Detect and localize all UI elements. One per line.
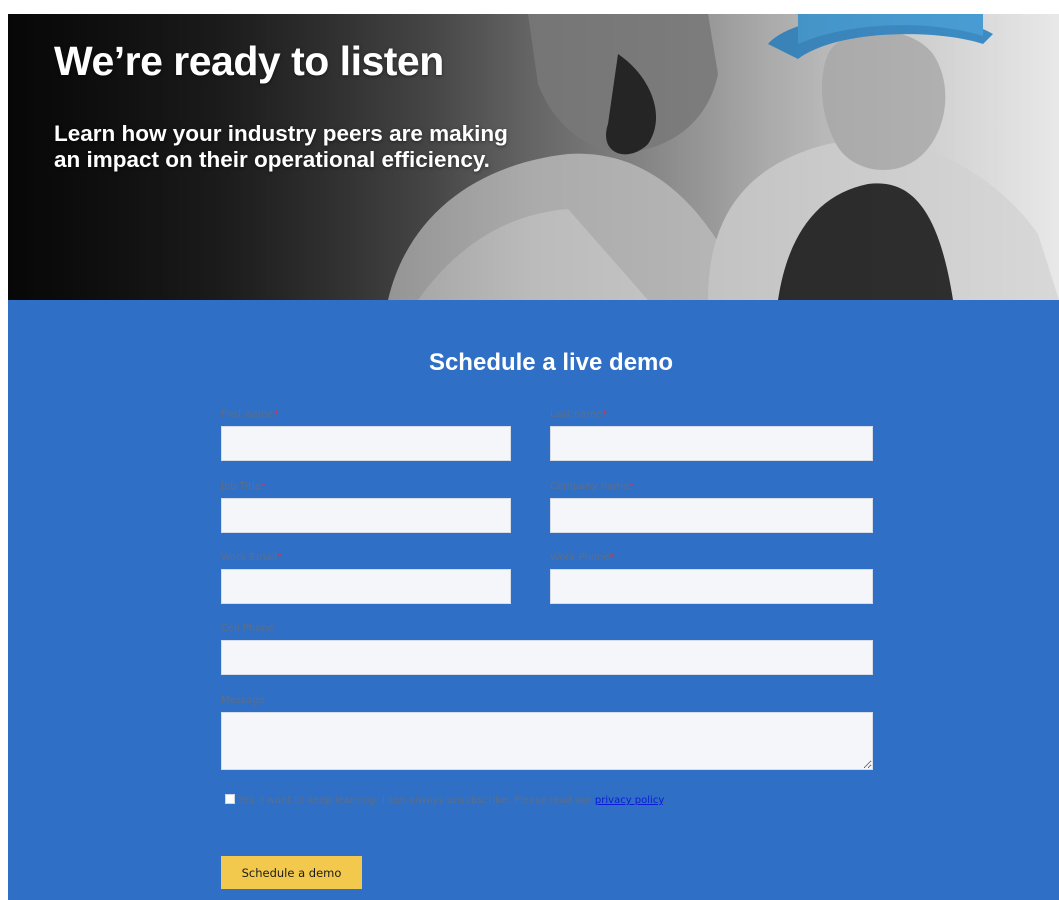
consent-text: Yes, I want to keep learning. I can alwa… xyxy=(238,795,592,806)
first-name-group: First name* xyxy=(221,408,511,461)
company-name-label-text: Company name xyxy=(550,481,630,492)
work-email-group: Work Email* xyxy=(221,551,511,604)
page: We’re ready to listen Learn how your ind… xyxy=(8,14,1059,900)
required-marker: * xyxy=(273,409,279,420)
consent-row: Yes, I want to keep learning. I can alwa… xyxy=(225,794,666,810)
company-name-group: Company name* xyxy=(550,480,873,533)
cell-phone-group: Cell Phone xyxy=(221,622,873,675)
privacy-policy-link[interactable]: privacy policy xyxy=(595,795,663,806)
consent-checkbox[interactable] xyxy=(225,794,235,804)
company-name-label: Company name* xyxy=(550,480,873,494)
required-marker: * xyxy=(602,409,608,420)
cell-phone-label: Cell Phone xyxy=(221,623,274,634)
job-title-label-text: Job Title xyxy=(221,481,262,492)
demo-form-section: Schedule a live demo First name* Last na… xyxy=(8,300,1059,900)
work-phone-input[interactable] xyxy=(550,569,873,604)
required-marker: * xyxy=(277,552,283,563)
job-title-group: Job Title* xyxy=(221,480,511,533)
work-phone-label-text: Work Phone xyxy=(550,552,610,563)
first-name-label: First name* xyxy=(221,408,511,422)
message-textarea[interactable] xyxy=(221,712,873,770)
job-title-input[interactable] xyxy=(221,498,511,533)
cell-phone-input[interactable] xyxy=(221,640,873,675)
last-name-input[interactable] xyxy=(550,426,873,461)
work-phone-group: Work Phone* xyxy=(550,551,873,604)
message-group: Message xyxy=(221,694,873,770)
company-name-input[interactable] xyxy=(550,498,873,533)
last-name-label-text: Last name xyxy=(550,409,603,420)
required-marker: * xyxy=(609,552,615,563)
hero-title: We’re ready to listen xyxy=(54,38,444,84)
work-phone-label: Work Phone* xyxy=(550,551,873,565)
consent-end-text: . xyxy=(662,795,666,806)
required-marker: * xyxy=(261,481,267,492)
work-email-label-text: Work Email xyxy=(221,552,278,563)
form-title: Schedule a live demo xyxy=(428,349,674,376)
job-title-label: Job Title* xyxy=(221,480,511,494)
hero-subtitle: Learn how your industry peers are making… xyxy=(54,121,508,172)
first-name-input[interactable] xyxy=(221,426,511,461)
work-email-label: Work Email* xyxy=(221,551,511,565)
message-label: Message xyxy=(221,695,265,706)
required-marker: * xyxy=(629,481,635,492)
work-email-input[interactable] xyxy=(221,569,511,604)
first-name-label-text: First name xyxy=(221,409,274,420)
last-name-label: Last name* xyxy=(550,408,873,422)
hero-banner: We’re ready to listen Learn how your ind… xyxy=(8,14,1059,300)
last-name-group: Last name* xyxy=(550,408,873,461)
schedule-demo-button[interactable]: Schedule a demo xyxy=(221,856,362,889)
